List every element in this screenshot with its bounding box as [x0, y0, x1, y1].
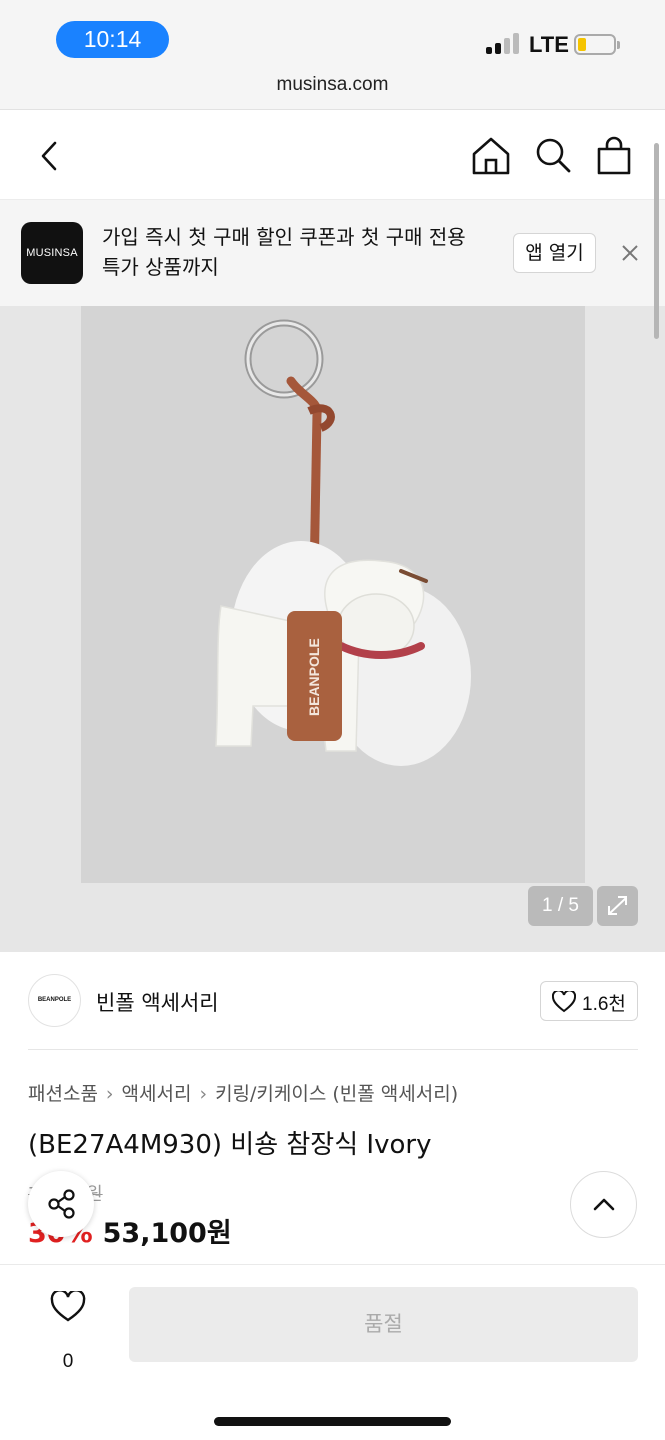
- product-title: (BE27A4M930) 비숑 참장식 Ivory: [28, 1130, 432, 1160]
- shopping-bag-icon[interactable]: [592, 134, 636, 178]
- brand-row[interactable]: BEANPOLE 빈폴 액세서리 1.6천: [0, 952, 665, 1050]
- search-icon[interactable]: [531, 134, 575, 178]
- share-icon: [48, 1189, 75, 1219]
- promo-text-line2: 특가 상품까지: [102, 255, 219, 279]
- promo-text-line1: 가입 즉시 첫 구매 할인 쿠폰과 첫 구매 전용: [102, 225, 466, 249]
- home-icon[interactable]: [469, 134, 513, 178]
- breadcrumb-separator: ›: [105, 1083, 114, 1105]
- scroll-top-button[interactable]: [570, 1171, 637, 1238]
- divider: [28, 1049, 638, 1050]
- brand-like-button[interactable]: 1.6천: [540, 981, 638, 1021]
- breadcrumb-item[interactable]: 키링/키케이스 (빈폴 액세서리): [215, 1083, 458, 1105]
- address-bar[interactable]: musinsa.com: [0, 70, 665, 110]
- brand-name[interactable]: 빈폴 액세서리: [96, 987, 219, 1017]
- chevron-up-icon: [593, 1198, 615, 1211]
- home-indicator: [214, 1417, 451, 1426]
- tag-text: BEANPOLE: [306, 638, 322, 716]
- soldout-button[interactable]: 품절: [129, 1287, 638, 1362]
- breadcrumb-item[interactable]: 패션소품: [28, 1083, 98, 1105]
- status-time: 10:14: [56, 21, 169, 58]
- expand-icon[interactable]: [597, 886, 638, 926]
- top-nav: [0, 110, 665, 200]
- brand-logo[interactable]: BEANPOLE: [28, 974, 81, 1027]
- scrollbar[interactable]: [654, 143, 659, 339]
- wishlist-count: 0: [62, 1351, 74, 1372]
- breadcrumb: 패션소품 › 액세서리 › 키링/키케이스 (빈폴 액세서리): [28, 1079, 458, 1106]
- signal-icon: [486, 32, 520, 54]
- promo-text: 가입 즉시 첫 구매 할인 쿠폰과 첫 구매 전용 특가 상품까지: [102, 222, 492, 282]
- breadcrumb-separator: ›: [199, 1083, 208, 1105]
- image-counter: 1 / 5: [528, 886, 593, 926]
- url-text: musinsa.com: [276, 74, 389, 95]
- battery-icon: [574, 34, 620, 55]
- brand-like-count: 1.6천: [582, 994, 626, 1015]
- open-app-button[interactable]: 앱 열기: [513, 233, 596, 273]
- sale-price: 53,100원: [102, 1218, 232, 1249]
- breadcrumb-item[interactable]: 액세서리: [122, 1083, 192, 1105]
- app-promo-banner: MUSINSA 가입 즉시 첫 구매 할인 쿠폰과 첫 구매 전용 특가 상품까…: [0, 200, 665, 306]
- product-image[interactable]: BEANPOLE: [81, 306, 585, 883]
- close-icon[interactable]: [617, 240, 643, 266]
- heart-icon: [552, 991, 576, 1013]
- status-bar: 10:14 LTE: [0, 0, 665, 70]
- share-button[interactable]: [28, 1171, 94, 1237]
- product-gallery[interactable]: BEANPOLE 1 / 5: [0, 306, 665, 952]
- bottom-action-bar: 0 품절: [0, 1264, 665, 1440]
- network-label: LTE: [529, 32, 569, 57]
- heart-icon: [50, 1291, 86, 1322]
- musinsa-logo: MUSINSA: [21, 222, 83, 284]
- chevron-left-icon[interactable]: [28, 134, 72, 178]
- wishlist-button[interactable]: 0: [48, 1287, 88, 1377]
